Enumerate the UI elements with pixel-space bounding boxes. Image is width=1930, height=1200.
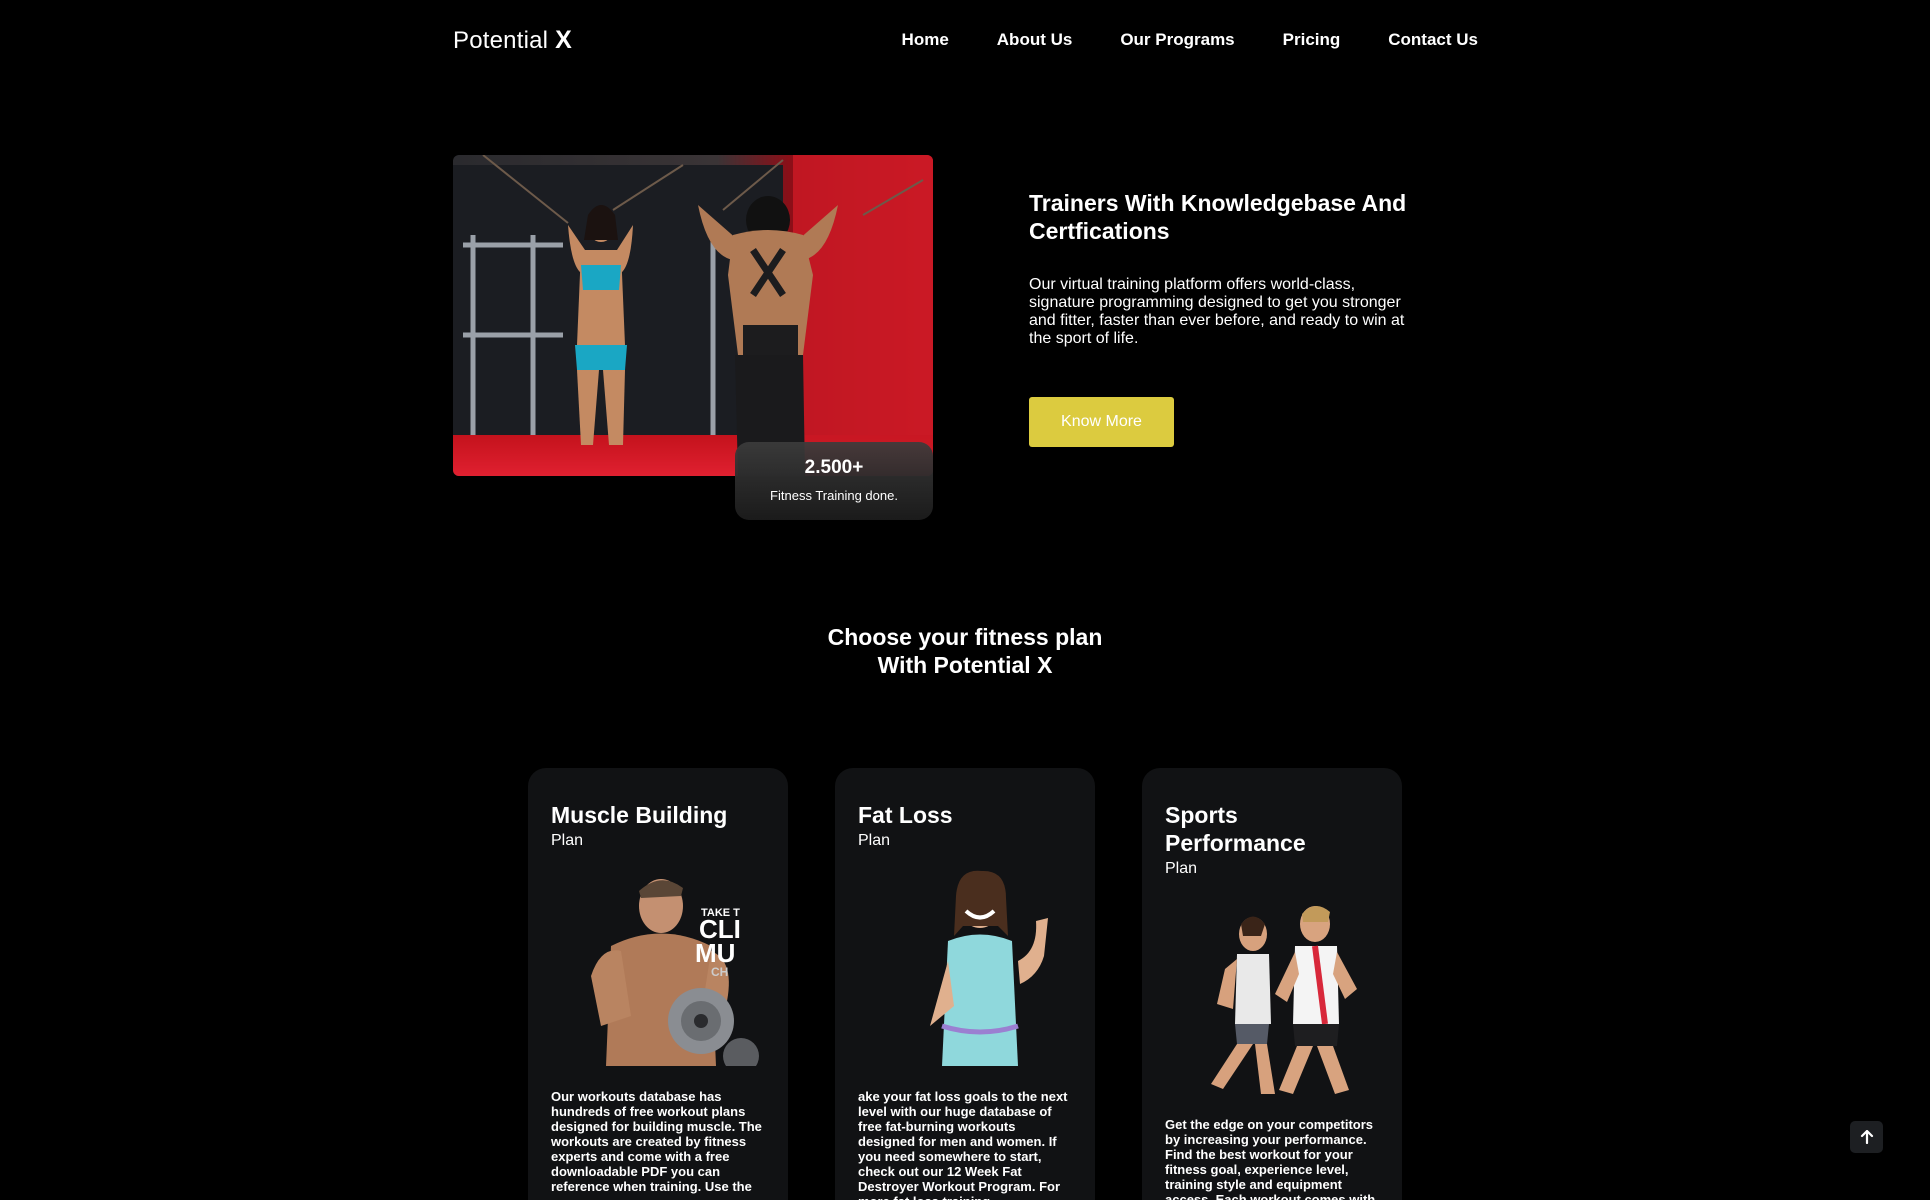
top-nav: Potential X Home About Us Our Programs P… bbox=[453, 22, 1478, 58]
plan-card-muscle-building[interactable]: Muscle Building Plan TAKE T CLI MU CH Ou… bbox=[528, 768, 788, 1200]
stat-card: 2.500+ Fitness Training done. bbox=[735, 442, 933, 520]
plan-card-fat-loss[interactable]: Fat Loss Plan ake your fat loss goals to… bbox=[835, 768, 1095, 1200]
nav-home-link[interactable]: Home bbox=[902, 30, 949, 50]
plans-title-line2: With Potential X bbox=[877, 652, 1053, 678]
muscle-building-image: TAKE T CLI MU CH bbox=[591, 879, 759, 1066]
plan-subtitle: Plan bbox=[551, 832, 584, 849]
brand-mark: X bbox=[555, 25, 572, 54]
plan-card-sports-performance[interactable]: Sports Performance Plan Get the edge on … bbox=[1142, 768, 1402, 1200]
plan-subtitle: Plan bbox=[858, 832, 891, 849]
plan-description: Our workouts database has hundreds of fr… bbox=[551, 1089, 762, 1194]
arrow-up-icon bbox=[1860, 1130, 1873, 1144]
nav-pricing-link[interactable]: Pricing bbox=[1283, 30, 1341, 50]
plan-title: Fat Loss bbox=[858, 802, 953, 828]
fat-loss-image bbox=[930, 870, 1048, 1066]
plan-title: Sports Performance bbox=[1165, 802, 1306, 856]
hero-image bbox=[453, 155, 933, 476]
plan-title: Muscle Building bbox=[551, 802, 728, 828]
plan-subtitle: Plan bbox=[1165, 860, 1198, 877]
plan-description: Get the edge on your competitors by incr… bbox=[1165, 1117, 1376, 1200]
svg-text:MU: MU bbox=[695, 938, 735, 968]
hero-description: Our virtual training platform offers wor… bbox=[1029, 276, 1405, 347]
stat-label: Fitness Training done. bbox=[770, 488, 898, 503]
know-more-button[interactable]: Know More bbox=[1029, 397, 1174, 447]
hero-title: Trainers With Knowledgebase And Certfica… bbox=[1029, 190, 1407, 244]
plans-title-line1: Choose your fitness plan bbox=[827, 624, 1103, 650]
sports-performance-image bbox=[1211, 905, 1357, 1094]
plan-description: ake your fat loss goals to the next leve… bbox=[858, 1089, 1068, 1200]
stat-value: 2.500+ bbox=[804, 457, 864, 478]
scroll-to-top-button[interactable] bbox=[1850, 1121, 1883, 1153]
main-menu: Home About Us Our Programs Pricing Conta… bbox=[902, 30, 1478, 50]
svg-text:CH: CH bbox=[711, 965, 728, 979]
plans-section-title: Choose your fitness plan With Potential … bbox=[765, 623, 1165, 679]
nav-contact-link[interactable]: Contact Us bbox=[1388, 30, 1478, 50]
brand-name: Potential bbox=[453, 26, 549, 54]
nav-programs-link[interactable]: Our Programs bbox=[1120, 30, 1234, 50]
nav-about-link[interactable]: About Us bbox=[997, 30, 1073, 50]
brand-logo[interactable]: Potential X bbox=[453, 26, 572, 55]
